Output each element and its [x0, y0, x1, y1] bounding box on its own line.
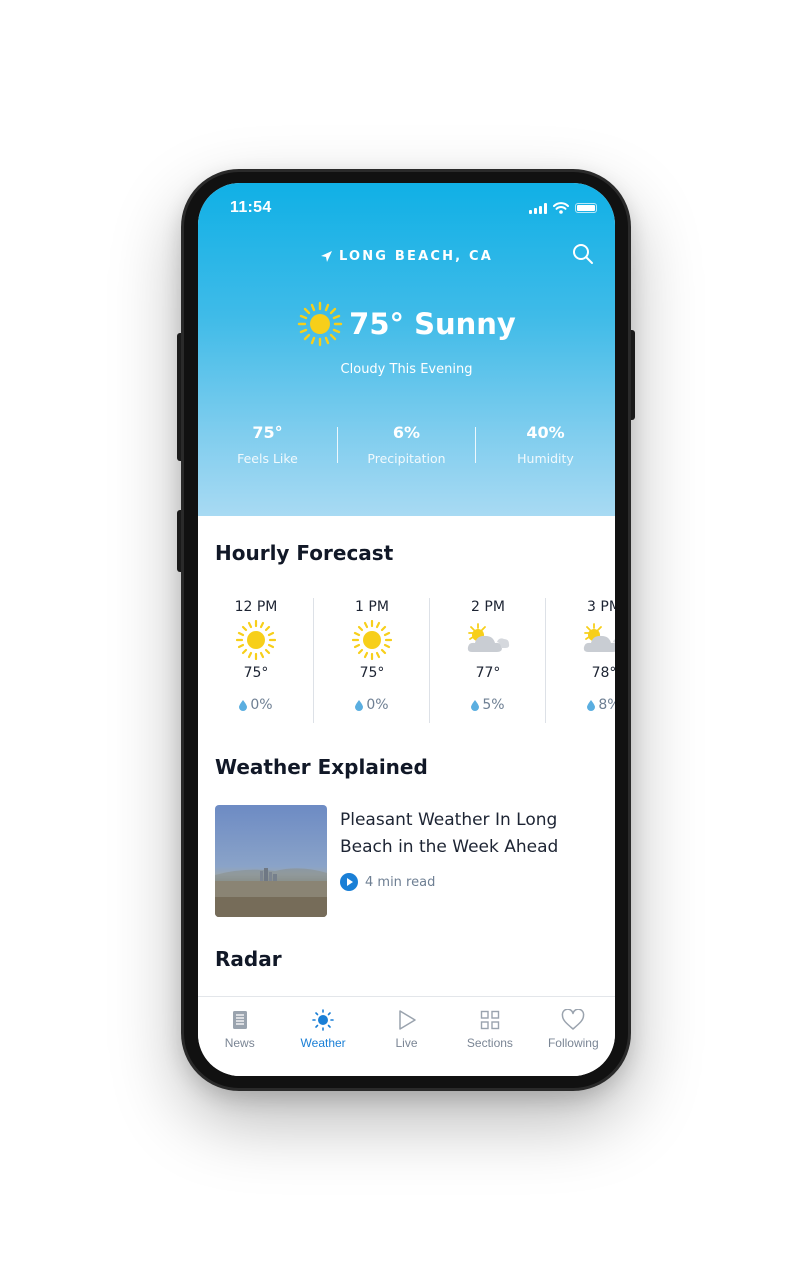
news-icon	[232, 1011, 247, 1029]
stat-value: 6%	[392, 423, 421, 442]
tab-bar: News Weather Live Sections Following	[198, 996, 615, 1076]
grid-icon	[480, 1010, 500, 1030]
stat-precipitation: 6% Precipitation	[337, 423, 476, 466]
partly-cloudy-icon	[467, 623, 510, 652]
tab-live[interactable]: Live	[365, 997, 448, 1076]
stat-label: Humidity	[517, 451, 574, 466]
tab-label: Live	[395, 1036, 418, 1050]
tab-news[interactable]: News	[198, 997, 281, 1076]
precip-value: 0%	[366, 697, 389, 713]
tab-label: Sections	[466, 1036, 513, 1050]
hour-time: 12 PM	[234, 599, 278, 615]
hour-temp: 77°	[475, 665, 501, 681]
article-meta: 4 min read	[340, 873, 435, 891]
raindrop-icon	[239, 699, 248, 711]
tab-following[interactable]: Following	[532, 997, 615, 1076]
hour-precip: 5%	[430, 697, 546, 713]
hourly-item[interactable]: 2 PM 77° 5%	[430, 595, 546, 725]
sun-icon	[236, 620, 276, 660]
raindrop-icon	[355, 699, 364, 711]
hour-precip: 0%	[314, 697, 430, 713]
hour-temp: 78°	[591, 665, 615, 681]
forecast-summary: Cloudy This Evening	[340, 362, 473, 377]
stat-value: 40%	[526, 423, 565, 442]
article-title[interactable]: Pleasant Weather In Long Beach in the We…	[340, 807, 590, 861]
play-icon	[398, 1010, 416, 1030]
hour-time: 1 PM	[355, 599, 389, 615]
article-thumbnail[interactable]	[215, 805, 327, 917]
signal-icon	[529, 202, 547, 214]
hourly-item[interactable]: 12 PM 75° 0%	[198, 595, 314, 725]
stat-value: 75°	[252, 423, 283, 442]
hour-temp: 75°	[359, 665, 385, 681]
location-label[interactable]: LONG BEACH, CA	[198, 249, 615, 264]
hour-precip: 8%	[546, 697, 615, 713]
hourly-item[interactable]: 3 PM 78° 8%	[546, 595, 615, 725]
weather-sun-icon	[312, 1009, 334, 1031]
tab-label: Following	[547, 1036, 599, 1050]
city-skyline-photo	[215, 868, 327, 917]
current-conditions: 75° Sunny	[198, 301, 615, 347]
hour-temp: 75°	[243, 665, 269, 681]
article-card[interactable]: Pleasant Weather In Long Beach in the We…	[215, 805, 600, 917]
precip-value: 8%	[598, 697, 615, 713]
weather-stats: 75° Feels Like 6% Precipitation 40% Humi…	[198, 423, 615, 466]
phone-screen: 11:54 LONG BEACH, CA 75° Sunny Cloudy Th…	[198, 183, 615, 1076]
sun-icon	[297, 301, 343, 347]
precip-value: 0%	[250, 697, 273, 713]
play-circle-icon[interactable]	[340, 873, 358, 891]
raindrop-icon	[471, 699, 480, 711]
hourly-item[interactable]: 1 PM 75° 0%	[314, 595, 430, 725]
radar-title: Radar	[215, 947, 282, 971]
hour-time: 2 PM	[471, 599, 505, 615]
heart-icon	[562, 1009, 585, 1030]
current-headline: 75° Sunny	[349, 307, 516, 341]
tab-label: Weather	[300, 1036, 346, 1050]
hour-time: 3 PM	[587, 599, 615, 615]
hourly-forecast-title: Hourly Forecast	[215, 541, 394, 565]
status-icons	[529, 202, 597, 214]
sun-icon	[352, 620, 392, 660]
location-text: LONG BEACH, CA	[338, 249, 494, 264]
current-weather-header: 11:54 LONG BEACH, CA 75° Sunny Cloudy Th…	[198, 183, 615, 516]
hourly-forecast-list[interactable]: 12 PM 75° 0% 1 PM 75° 0% 2 PM 77° 5% 3 P…	[198, 595, 615, 725]
precip-value: 5%	[482, 697, 505, 713]
partly-cloudy-icon	[583, 623, 615, 652]
status-time: 11:54	[230, 199, 272, 216]
battery-icon	[575, 203, 597, 213]
wifi-icon	[553, 202, 569, 214]
location-arrow-icon	[320, 251, 332, 262]
tab-label: News	[224, 1036, 255, 1050]
hour-precip: 0%	[198, 697, 314, 713]
read-time: 4 min read	[365, 874, 436, 890]
stat-humidity: 40% Humidity	[476, 423, 615, 466]
stat-label: Feels Like	[237, 451, 298, 466]
stat-label: Precipitation	[367, 451, 446, 466]
raindrop-icon	[587, 699, 596, 711]
search-icon[interactable]	[571, 242, 595, 266]
weather-explained-title: Weather Explained	[215, 755, 428, 779]
tab-weather[interactable]: Weather	[281, 997, 364, 1076]
stat-feels-like: 75° Feels Like	[198, 423, 337, 466]
tab-sections[interactable]: Sections	[448, 997, 531, 1076]
